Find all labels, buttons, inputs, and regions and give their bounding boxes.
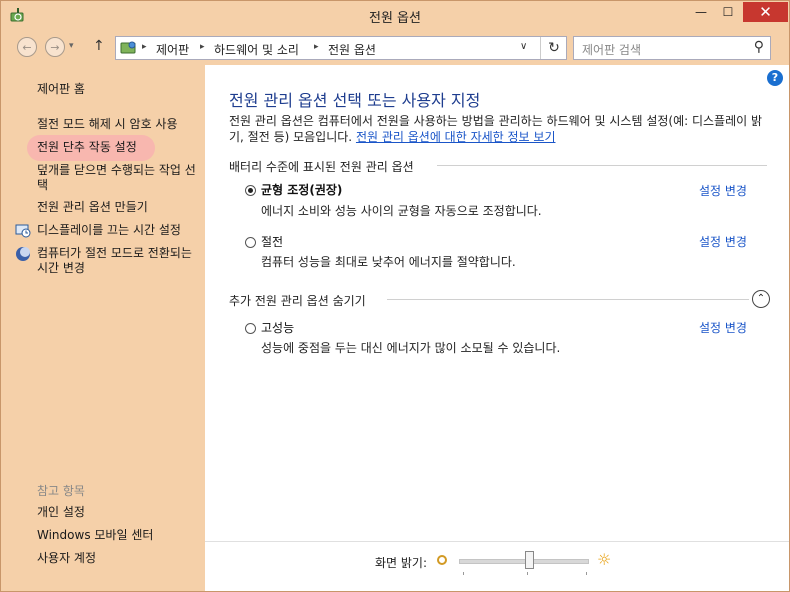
see-also-heading: 참고 항목 bbox=[37, 484, 85, 498]
breadcrumb-control-panel[interactable]: 제어판 bbox=[156, 41, 189, 58]
sidebar-link-power-button[interactable]: 전원 단추 작동 설정 bbox=[37, 140, 197, 155]
sleep-moon-icon bbox=[16, 247, 30, 261]
sidebar-link-sleep-time[interactable]: 컴퓨터가 절전 모드로 전환되는 시간 변경 bbox=[37, 246, 197, 276]
left-navigation-pane: 제어판 홈 절전 모드 해제 시 암호 사용 전원 단추 작동 설정 덮개를 닫… bbox=[3, 65, 203, 591]
help-icon[interactable]: ? bbox=[767, 70, 783, 86]
section-heading-hide-plans: 추가 전원 관리 옵션 숨기기 bbox=[229, 294, 366, 308]
search-input[interactable]: 제어판 검색 ⚲ bbox=[573, 36, 771, 60]
brightness-bar: 화면 밝기: ☼ bbox=[205, 541, 789, 591]
sidebar-link-lid-close[interactable]: 덮개를 닫으면 수행되는 작업 선택 bbox=[37, 163, 197, 193]
breadcrumb-separator-icon: ▸ bbox=[200, 42, 205, 52]
section-divider bbox=[437, 165, 767, 166]
power-options-window: 전원 옵션 — ☐ ✕ ← → ▾ ↑ ▸ 제어판 ▸ 하드웨어 및 소리 ▸ … bbox=[0, 0, 790, 592]
slider-tick bbox=[586, 572, 587, 575]
forward-button[interactable]: → bbox=[45, 37, 65, 57]
sidebar-link-create-plan[interactable]: 전원 관리 옵션 만들기 bbox=[37, 200, 197, 215]
breadcrumb-separator-icon: ▸ bbox=[314, 42, 319, 52]
change-settings-power-saver[interactable]: 설정 변경 bbox=[699, 233, 747, 250]
control-panel-icon bbox=[120, 41, 136, 54]
title-bar[interactable]: 전원 옵션 — ☐ ✕ bbox=[1, 1, 789, 31]
display-timer-icon bbox=[15, 224, 31, 238]
sidebar-link-control-panel-home[interactable]: 제어판 홈 bbox=[37, 82, 197, 97]
plan-name-balanced[interactable]: 균형 조정(권장) bbox=[261, 181, 342, 198]
slider-tick bbox=[527, 572, 528, 575]
maximize-button[interactable]: ☐ bbox=[715, 2, 741, 22]
change-settings-balanced[interactable]: 설정 변경 bbox=[699, 182, 747, 199]
breadcrumb-hardware-sound[interactable]: 하드웨어 및 소리 bbox=[214, 41, 299, 58]
sidebar-link-display-off[interactable]: 디스플레이를 끄는 시간 설정 bbox=[37, 223, 197, 238]
page-title: 전원 관리 옵션 선택 또는 사용자 지정 bbox=[229, 91, 481, 110]
see-also-personalization[interactable]: 개인 설정 bbox=[37, 505, 197, 520]
brightness-slider-thumb[interactable] bbox=[525, 551, 535, 569]
window-title: 전원 옵션 bbox=[369, 11, 421, 26]
breadcrumb-power-options[interactable]: 전원 옵션 bbox=[328, 41, 376, 58]
main-content: ? 전원 관리 옵션 선택 또는 사용자 지정 전원 관리 옵션은 컴퓨터에서 … bbox=[205, 65, 789, 591]
address-bar[interactable]: ▸ 제어판 ▸ 하드웨어 및 소리 ▸ 전원 옵션 ∨ ↻ bbox=[115, 36, 567, 60]
divider bbox=[205, 541, 789, 542]
see-also-user-accounts[interactable]: 사용자 계정 bbox=[37, 551, 197, 566]
plan-desc-balanced: 에너지 소비와 성능 사이의 균형을 자동으로 조정합니다. bbox=[261, 204, 542, 218]
search-icon[interactable]: ⚲ bbox=[754, 39, 764, 55]
plan-desc-power-saver: 컴퓨터 성능을 최대로 낮추어 에너지를 절약합니다. bbox=[261, 255, 516, 269]
collapse-chevron-icon[interactable]: ⌃ bbox=[752, 290, 770, 308]
close-button[interactable]: ✕ bbox=[743, 2, 788, 22]
address-dropdown-icon[interactable]: ∨ bbox=[520, 41, 527, 52]
change-settings-high-performance[interactable]: 설정 변경 bbox=[699, 319, 747, 336]
navigation-bar: ← → ▾ ↑ ▸ 제어판 ▸ 하드웨어 및 소리 ▸ 전원 옵션 ∨ ↻ 제어… bbox=[9, 33, 781, 63]
slider-tick bbox=[463, 572, 464, 575]
minimize-button[interactable]: — bbox=[687, 2, 715, 22]
plan-desc-high-performance: 성능에 중점을 두는 대신 에너지가 많이 소모될 수 있습니다. bbox=[261, 341, 561, 355]
section-heading-battery-plans: 배터리 수준에 표시된 전원 관리 옵션 bbox=[229, 160, 414, 174]
section-divider bbox=[387, 299, 749, 300]
plan-radio-power-saver[interactable] bbox=[245, 237, 256, 248]
page-description: 전원 관리 옵션은 컴퓨터에서 전원을 사용하는 방법을 관리하는 하드웨어 및… bbox=[229, 113, 775, 145]
plan-name-high-performance[interactable]: 고성능 bbox=[261, 319, 294, 336]
search-placeholder: 제어판 검색 bbox=[582, 43, 642, 57]
bright-sun-icon: ☼ bbox=[597, 550, 612, 569]
back-button[interactable]: ← bbox=[17, 37, 37, 57]
up-arrow-button[interactable]: ↑ bbox=[93, 38, 105, 54]
brightness-slider-track[interactable] bbox=[459, 559, 589, 564]
more-info-link[interactable]: 전원 관리 옵션에 대한 자세한 정보 보기 bbox=[356, 130, 556, 144]
dim-sun-icon bbox=[437, 555, 447, 565]
plan-radio-balanced[interactable] bbox=[245, 185, 256, 196]
brightness-label: 화면 밝기: bbox=[375, 556, 428, 570]
sidebar-link-password-on-wake[interactable]: 절전 모드 해제 시 암호 사용 bbox=[37, 117, 197, 132]
see-also-mobility-center[interactable]: Windows 모바일 센터 bbox=[37, 528, 197, 543]
plan-name-power-saver[interactable]: 절전 bbox=[261, 233, 283, 250]
breadcrumb-separator-icon: ▸ bbox=[142, 42, 147, 52]
recent-locations-chevron-icon[interactable]: ▾ bbox=[69, 41, 74, 51]
plan-radio-high-performance[interactable] bbox=[245, 323, 256, 334]
refresh-icon[interactable]: ↻ bbox=[540, 37, 567, 59]
